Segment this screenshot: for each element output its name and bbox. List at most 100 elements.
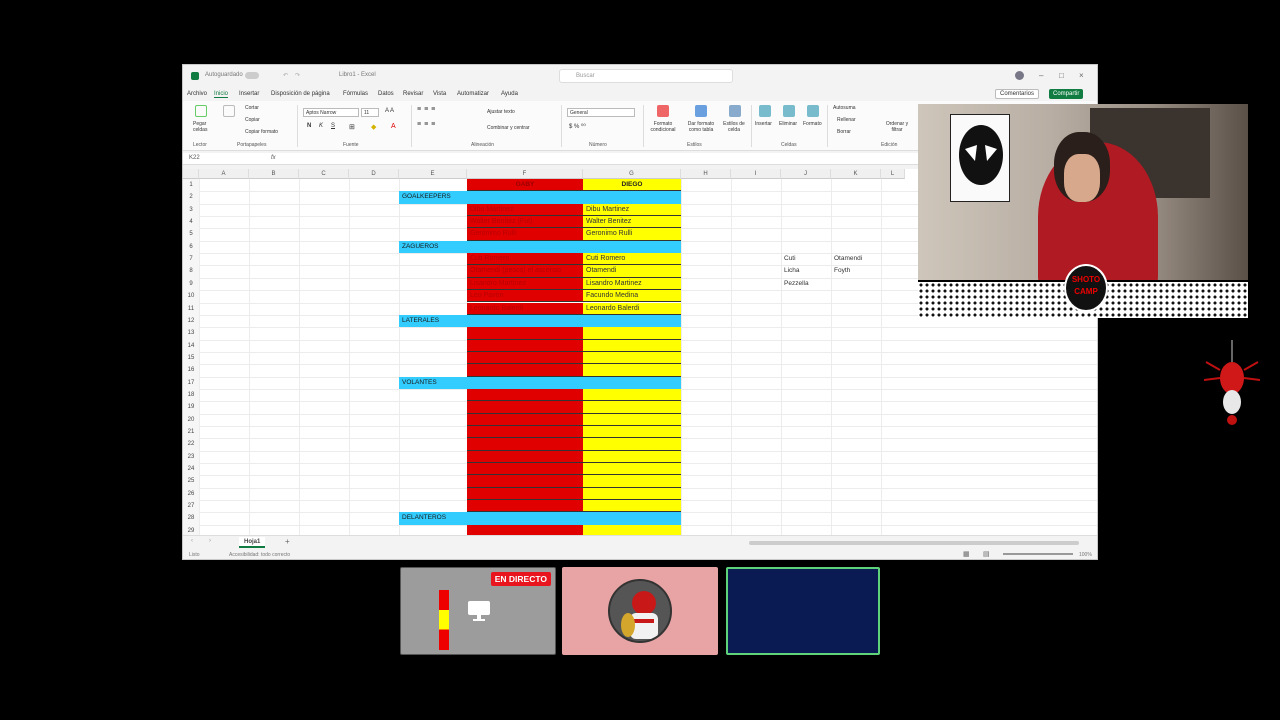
row-header[interactable]: 12 [183, 314, 199, 328]
bold-icon[interactable]: N [307, 123, 311, 129]
header-cell-gaby[interactable]: GABY [467, 179, 583, 192]
gaby-empty-cell[interactable] [467, 463, 583, 476]
sort-filter-button[interactable]: Ordenar y filtrar [885, 121, 909, 133]
maximize-icon[interactable]: □ [1059, 71, 1064, 80]
page-layout-icon[interactable]: ▤ [983, 550, 990, 558]
diego-empty-cell[interactable] [583, 364, 681, 377]
header-cell-diego[interactable]: DIEGO [583, 179, 681, 192]
merge-center-button[interactable]: Combinar y centrar [487, 125, 530, 131]
paste-icon[interactable] [195, 105, 207, 117]
column-header[interactable]: E [399, 169, 467, 179]
column-header[interactable]: K [831, 169, 881, 179]
conditional-format-icon[interactable] [657, 105, 669, 117]
format-cells-icon[interactable] [807, 105, 819, 117]
cell-styles-button[interactable]: Estilos de celda [721, 121, 747, 133]
menu-archivo[interactable]: Archivo [187, 91, 207, 97]
gaby-player-cell[interactable]: Leonardo Balerdi [467, 302, 583, 315]
font-size-select[interactable]: 11 [361, 108, 379, 117]
close-icon[interactable]: × [1079, 71, 1084, 80]
undo-icon[interactable]: ↶ [283, 72, 288, 79]
column-header[interactable]: L [881, 169, 905, 179]
note-cell[interactable]: Otamendi [831, 253, 881, 265]
diego-empty-cell[interactable] [583, 351, 681, 365]
format-table-icon[interactable] [695, 105, 707, 117]
italic-icon[interactable]: K [319, 123, 323, 129]
gaby-empty-cell[interactable] [467, 413, 583, 426]
row-header[interactable]: 4 [183, 216, 199, 229]
search-input[interactable]: Buscar [559, 69, 733, 83]
redo-icon[interactable]: ↷ [295, 72, 300, 79]
diego-player-cell[interactable]: Walter Benitez [583, 216, 681, 229]
gaby-player-cell[interactable]: Walter Benítez (Fut) [467, 216, 583, 229]
diego-empty-cell[interactable] [583, 438, 681, 451]
font-color-icon[interactable]: A [391, 123, 396, 130]
gaby-player-cell[interactable]: Gerónimo Rulli [467, 228, 583, 241]
row-header[interactable]: 23 [183, 450, 199, 464]
scene-thumbnail-screen[interactable]: EN DIRECTO [400, 567, 556, 655]
row-header[interactable]: 25 [183, 475, 199, 488]
column-header[interactable]: B [249, 169, 299, 179]
wrap-text-button[interactable]: Ajustar texto [487, 109, 515, 115]
gaby-empty-cell[interactable] [467, 438, 583, 451]
normal-view-icon[interactable]: ▦ [963, 550, 970, 558]
number-format-select[interactable]: General [567, 108, 635, 117]
diego-empty-cell[interactable] [583, 339, 681, 352]
diego-empty-cell[interactable] [583, 487, 681, 501]
gaby-player-cell[interactable]: Otamendi (pesos) el ascenso [467, 265, 583, 278]
fill-color-icon[interactable]: ◆ [371, 123, 376, 131]
format-table-button[interactable]: Dar formato como tabla [683, 121, 719, 133]
menu-datos[interactable]: Datos [378, 91, 394, 97]
zoom-level[interactable]: 100% [1079, 552, 1092, 558]
sheet-prev-icon[interactable]: ‹ [191, 538, 193, 544]
row-header[interactable]: 17 [183, 376, 199, 389]
diego-player-cell[interactable]: Facundo Medina [583, 290, 681, 303]
share-button[interactable]: Compartir [1049, 89, 1084, 99]
column-header[interactable]: G [583, 169, 681, 179]
align-top-icon[interactable]: ≡≡≡ [417, 106, 438, 113]
diego-empty-cell[interactable] [583, 413, 681, 426]
row-header[interactable]: 20 [183, 413, 199, 427]
sheet-tab-hoja1[interactable]: Hoja1 [239, 537, 266, 548]
column-header[interactable]: D [349, 169, 399, 179]
row-header[interactable]: 2 [183, 191, 199, 204]
gaby-player-cell[interactable]: Cuti Romero [467, 253, 583, 266]
column-header[interactable]: A [199, 169, 249, 179]
borders-icon[interactable]: ⊞ [349, 123, 355, 131]
format-painter-button[interactable]: Copiar formato [245, 129, 278, 135]
gaby-empty-cell[interactable] [467, 339, 583, 352]
gaby-empty-cell[interactable] [467, 500, 583, 513]
format-cells-button[interactable]: Formato [803, 121, 822, 127]
underline-icon[interactable]: S [331, 123, 335, 129]
row-header[interactable]: 7 [183, 253, 199, 266]
note-cell[interactable]: Cuti [781, 253, 831, 265]
insert-cells-icon[interactable] [759, 105, 771, 117]
diego-player-cell[interactable]: Geronimo Rulli [583, 228, 681, 241]
diego-empty-cell[interactable] [583, 426, 681, 439]
fx-icon[interactable]: fx [271, 155, 276, 161]
menu-inicio[interactable]: Inicio [214, 91, 229, 98]
minimize-icon[interactable]: – [1039, 71, 1043, 80]
row-header[interactable]: 24 [183, 463, 199, 476]
align-left-icon[interactable]: ≡≡≡ [417, 121, 438, 128]
delete-cells-button[interactable]: Eliminar [779, 121, 797, 127]
cut-button[interactable]: Cortar [245, 105, 259, 111]
section-header-delanteros[interactable]: DELANTEROS [399, 512, 681, 525]
comments-button[interactable]: Comentarios [995, 89, 1040, 99]
row-header[interactable]: 13 [183, 327, 199, 340]
menu-disposicion[interactable]: Disposición de página [271, 91, 330, 97]
section-header-goalkeepers[interactable]: GOALKEEPERS [399, 191, 681, 204]
row-header[interactable]: 3 [183, 203, 199, 217]
conditional-format-button[interactable]: Formato condicional [649, 121, 677, 133]
fill-button[interactable]: Rellenar [837, 117, 856, 123]
diego-empty-cell[interactable] [583, 327, 681, 340]
zoom-slider[interactable] [1003, 553, 1073, 555]
diego-empty-cell[interactable] [583, 450, 681, 464]
row-header[interactable]: 14 [183, 339, 199, 352]
gaby-empty-cell[interactable] [467, 450, 583, 464]
column-header[interactable]: I [731, 169, 781, 179]
gaby-empty-cell[interactable] [467, 327, 583, 340]
gaby-empty-cell[interactable] [467, 426, 583, 439]
row-header[interactable]: 6 [183, 240, 199, 254]
row-header[interactable]: 15 [183, 351, 199, 365]
row-header[interactable]: 1 [183, 179, 199, 192]
